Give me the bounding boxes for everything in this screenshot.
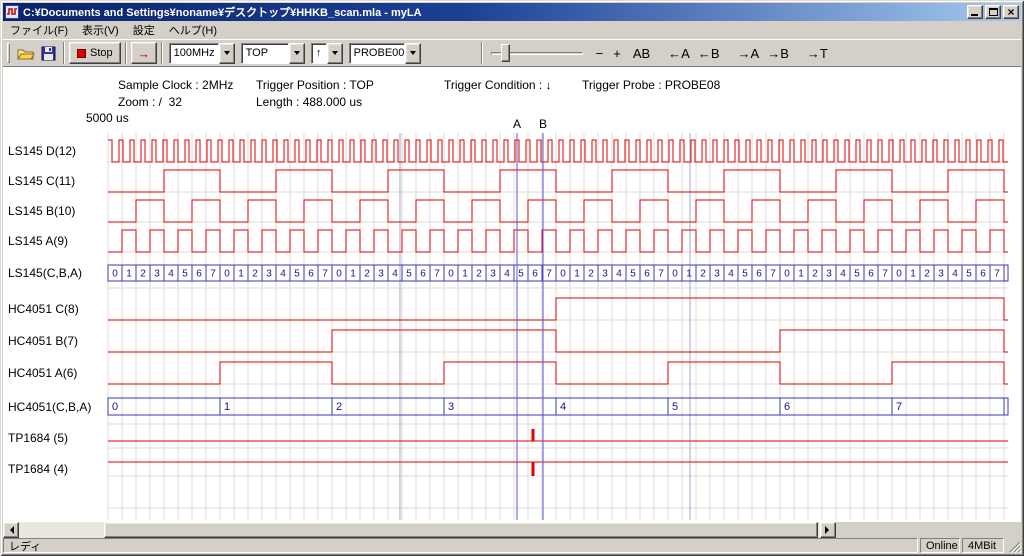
channel-label: LS145 B(10) [8, 204, 108, 218]
marker-a-label[interactable]: A [511, 117, 523, 131]
trigger-position-text: Trigger Position : TOP [256, 78, 374, 92]
menu-bar: ファイル(F) 表示(V) 設定 ヘルプ(H) [3, 21, 1021, 39]
trigger-position-value: TOP [241, 43, 289, 64]
channel-label: LS145 A(9) [8, 234, 108, 248]
trigger-probe-dropdown-button[interactable] [405, 43, 421, 64]
channel-label: HC4051 C(8) [8, 302, 108, 316]
trigger-probe-text: Trigger Probe : PROBE08 [582, 78, 720, 92]
folder-open-icon [17, 46, 35, 61]
zoom-out-button[interactable]: − [593, 44, 607, 63]
trigger-edge-dropdown-button[interactable] [327, 43, 343, 64]
chevron-down-icon [224, 51, 230, 55]
status-memory: 4MBit [962, 538, 1004, 553]
time-scale-text: 5000 us [86, 111, 129, 125]
scroll-left-button[interactable] [3, 522, 19, 538]
toolbar-grip[interactable] [7, 43, 10, 63]
title-bar[interactable]: C:¥Documents and Settings¥noname¥デスクトップ¥… [3, 3, 1021, 21]
sample-rate-value: 100MHz [169, 43, 219, 64]
channel-label: HC4051 B(7) [8, 334, 108, 348]
channel-label: HC4051 A(6) [8, 366, 108, 380]
zoom-slider-thumb[interactable] [501, 44, 510, 62]
maximize-button[interactable] [985, 5, 1001, 19]
trigger-position-select[interactable]: TOP [241, 43, 305, 64]
chevron-down-icon [332, 51, 338, 55]
run-button[interactable]: → [131, 42, 157, 64]
horizontal-scrollbar[interactable] [3, 522, 836, 538]
app-icon [5, 5, 19, 19]
goto-marker-b-left-button[interactable]: ←B [695, 44, 723, 63]
status-online: Online [920, 538, 960, 553]
goto-marker-b-right-button[interactable]: →B [764, 44, 792, 63]
app-window: C:¥Documents and Settings¥noname¥デスクトップ¥… [0, 0, 1024, 556]
resize-grip-icon [1007, 539, 1021, 553]
trigger-condition-text: Trigger Condition : ↓ [444, 78, 552, 92]
toolbar-separator [161, 42, 163, 64]
close-button[interactable]: × [1003, 5, 1019, 19]
resize-grip[interactable] [1006, 538, 1021, 553]
toolbar-separator [125, 42, 127, 64]
trigger-probe-value: PROBE00 [349, 43, 405, 64]
trigger-edge-value: ↑ [311, 43, 327, 64]
minimize-button[interactable] [967, 5, 983, 19]
channel-label: LS145 C(11) [8, 174, 108, 188]
goto-trigger-button[interactable]: →T [804, 44, 831, 63]
chevron-down-icon [410, 51, 416, 55]
menu-help[interactable]: ヘルプ(H) [162, 20, 224, 40]
sample-rate-select[interactable]: 100MHz [169, 43, 235, 64]
channel-label: HC4051(C,B,A) [8, 400, 108, 414]
arrow-right-icon [825, 526, 833, 534]
toolbar-separator [63, 42, 65, 64]
sample-clock-text: Sample Clock : 2MHz [118, 78, 233, 92]
stop-icon [77, 49, 86, 58]
zoom-in-button[interactable]: + [610, 44, 624, 63]
status-ready: レディ [3, 538, 918, 553]
sample-rate-dropdown-button[interactable] [219, 43, 235, 64]
maximize-icon [989, 8, 998, 16]
channel-label: LS145 D(12) [8, 144, 108, 158]
channel-label: TP1684 (4) [8, 462, 108, 476]
scroll-right-button[interactable] [820, 522, 836, 538]
toolbar-separator [481, 42, 483, 64]
trigger-position-dropdown-button[interactable] [289, 43, 305, 64]
zoom-text: Zoom : / 32 [118, 95, 182, 109]
channel-label: TP1684 (5) [8, 431, 108, 445]
menu-view[interactable]: 表示(V) [75, 20, 126, 40]
trigger-probe-select[interactable]: PROBE00 [349, 43, 421, 64]
toolbar: Stop → 100MHz TOP ↑ PROBE00 − + [3, 39, 1021, 67]
length-text: Length : 488.000 us [256, 95, 362, 109]
fit-ab-button[interactable]: AB [630, 44, 653, 63]
waveform-area[interactable] [108, 133, 1008, 520]
stop-label: Stop [90, 47, 113, 59]
marker-b-label[interactable]: B [537, 117, 549, 131]
trigger-edge-select[interactable]: ↑ [311, 43, 343, 64]
floppy-icon [41, 46, 56, 61]
channel-label: LS145(C,B,A) [8, 266, 108, 280]
open-button[interactable] [14, 44, 38, 63]
menu-settings[interactable]: 設定 [126, 20, 162, 40]
zoom-slider[interactable] [491, 43, 583, 63]
menu-file[interactable]: ファイル(F) [3, 20, 75, 40]
goto-marker-a-right-button[interactable]: →A [735, 44, 763, 63]
arrow-left-icon [6, 526, 14, 534]
scrollbar-thumb[interactable] [104, 522, 818, 538]
save-button[interactable] [38, 44, 59, 63]
status-bar: レディ Online 4MBit [3, 538, 1021, 553]
window-title: C:¥Documents and Settings¥noname¥デスクトップ¥… [23, 4, 965, 20]
chevron-down-icon [294, 51, 300, 55]
goto-marker-a-left-button[interactable]: ←A [665, 44, 693, 63]
minimize-icon [971, 14, 978, 16]
close-icon: × [1007, 7, 1014, 17]
stop-button[interactable]: Stop [69, 42, 121, 64]
run-arrow-icon: → [137, 46, 150, 61]
